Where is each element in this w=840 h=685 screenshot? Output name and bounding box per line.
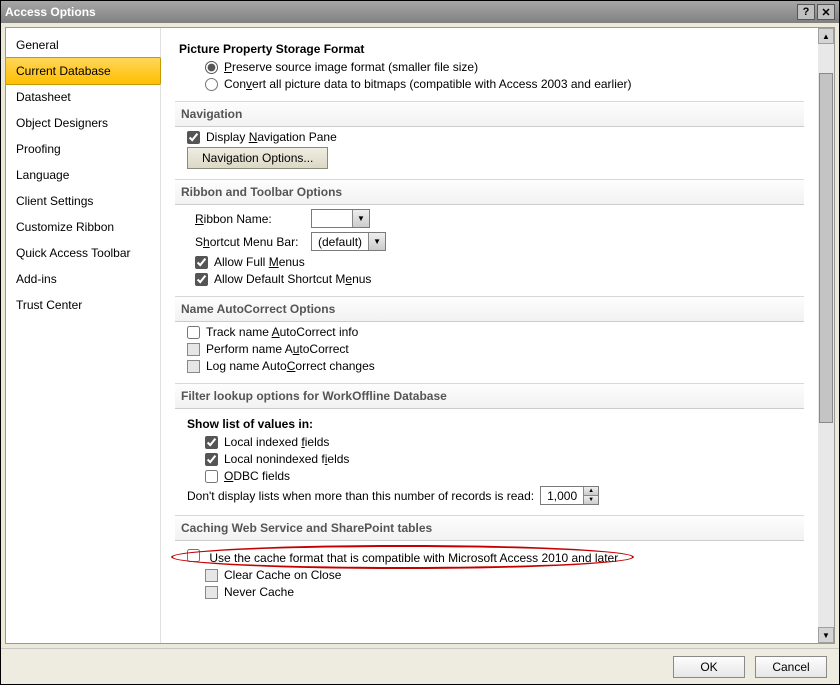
options-scroll[interactable]: Picture Property Storage Format Preserve…: [161, 28, 818, 643]
ok-button[interactable]: OK: [673, 656, 745, 678]
odbc-label: ODBC fields: [224, 469, 290, 483]
perform-autocorrect-row: Perform name AutoCorrect: [187, 342, 804, 356]
radio-convert-label: Convert all picture data to bitmaps (com…: [224, 77, 632, 91]
checkbox-never-cache[interactable]: [205, 586, 218, 599]
chevron-down-icon: ▼: [368, 233, 385, 250]
allow-default-shortcut-label: Allow Default Shortcut Menus: [214, 272, 371, 286]
window-title: Access Options: [5, 5, 795, 19]
allow-default-shortcut-row: Allow Default Shortcut Menus: [195, 272, 804, 286]
ribbon-section-title: Ribbon and Toolbar Options: [175, 179, 804, 205]
shortcut-menu-label: Shortcut Menu Bar:: [195, 235, 305, 249]
clear-cache-label: Clear Cache on Close: [224, 568, 341, 582]
sidebar-item-language[interactable]: Language: [6, 162, 160, 188]
content-area: Picture Property Storage Format Preserve…: [161, 28, 834, 643]
titlebar: Access Options ? ✕: [1, 1, 839, 23]
shortcut-menu-select[interactable]: (default) ▼: [311, 232, 386, 251]
vertical-scrollbar[interactable]: ▲ ▼: [818, 28, 834, 643]
filter-section-title: Filter lookup options for WorkOffline Da…: [175, 383, 804, 409]
highlight-annotation: Use the cache format that is compatible …: [187, 549, 618, 565]
perform-autocorrect-label: Perform name AutoCorrect: [206, 342, 349, 356]
checkbox-use-cache-format[interactable]: [187, 549, 200, 562]
sidebar-item-client-settings[interactable]: Client Settings: [6, 188, 160, 214]
checkbox-display-nav-pane[interactable]: [187, 131, 200, 144]
record-count-value: 1,000: [541, 487, 583, 504]
scroll-thumb[interactable]: [819, 73, 833, 423]
checkbox-local-indexed[interactable]: [205, 436, 218, 449]
checkbox-allow-full-menus[interactable]: [195, 256, 208, 269]
category-sidebar: General Current Database Datasheet Objec…: [6, 28, 161, 643]
shortcut-menu-row: Shortcut Menu Bar: (default) ▼: [195, 232, 804, 251]
track-autocorrect-row: Track name AutoCorrect info: [187, 325, 804, 339]
chevron-down-icon: ▼: [352, 210, 369, 227]
local-indexed-row: Local indexed fields: [205, 435, 804, 449]
radio-convert-row: Convert all picture data to bitmaps (com…: [205, 77, 804, 91]
dont-display-label: Don't display lists when more than this …: [187, 489, 534, 503]
never-cache-label: Never Cache: [224, 585, 294, 599]
record-count-spinner[interactable]: 1,000 ▲ ▼: [540, 486, 599, 505]
sidebar-item-current-database[interactable]: Current Database: [5, 57, 161, 85]
track-autocorrect-label: Track name AutoCorrect info: [206, 325, 358, 339]
local-nonindexed-label: Local nonindexed fields: [224, 452, 349, 466]
spinner-up-icon[interactable]: ▲: [584, 487, 598, 496]
sidebar-item-object-designers[interactable]: Object Designers: [6, 110, 160, 136]
sidebar-item-general[interactable]: General: [6, 32, 160, 58]
sidebar-item-trust-center[interactable]: Trust Center: [6, 292, 160, 318]
display-nav-label: Display Navigation Pane: [206, 130, 337, 144]
close-button[interactable]: ✕: [817, 4, 835, 20]
log-autocorrect-row: Log name AutoCorrect changes: [187, 359, 804, 373]
display-nav-row: Display Navigation Pane: [187, 130, 804, 144]
dont-display-row: Don't display lists when more than this …: [187, 486, 804, 505]
checkbox-track-autocorrect[interactable]: [187, 326, 200, 339]
help-button[interactable]: ?: [797, 4, 815, 20]
caching-section-title: Caching Web Service and SharePoint table…: [175, 515, 804, 541]
sidebar-item-datasheet[interactable]: Datasheet: [6, 84, 160, 110]
checkbox-log-autocorrect[interactable]: [187, 360, 200, 373]
radio-preserve-row: Preserve source image format (smaller fi…: [205, 60, 804, 74]
local-indexed-label: Local indexed fields: [224, 435, 329, 449]
scroll-track[interactable]: [818, 44, 834, 627]
show-list-heading: Show list of values in:: [187, 417, 804, 431]
sidebar-item-add-ins[interactable]: Add-ins: [6, 266, 160, 292]
checkbox-odbc-fields[interactable]: [205, 470, 218, 483]
radio-preserve-label: Preserve source image format (smaller fi…: [224, 60, 478, 74]
spinner-down-icon[interactable]: ▼: [584, 496, 598, 504]
use-cache-row: Use the cache format that is compatible …: [187, 549, 804, 565]
navigation-section-title: Navigation: [175, 101, 804, 127]
picture-heading: Picture Property Storage Format: [179, 42, 804, 56]
log-autocorrect-label: Log name AutoCorrect changes: [206, 359, 375, 373]
dialog-footer: OK Cancel: [1, 648, 839, 684]
sidebar-item-customize-ribbon[interactable]: Customize Ribbon: [6, 214, 160, 240]
radio-convert-bitmaps[interactable]: [205, 78, 218, 91]
dialog-body: General Current Database Datasheet Objec…: [5, 27, 835, 644]
sidebar-item-quick-access-toolbar[interactable]: Quick Access Toolbar: [6, 240, 160, 266]
use-cache-label: Use the cache format that is compatible …: [209, 551, 618, 565]
ribbon-name-select[interactable]: ▼: [311, 209, 370, 228]
navigation-options-button[interactable]: Navigation Options...: [187, 147, 328, 169]
checkbox-clear-cache[interactable]: [205, 569, 218, 582]
shortcut-menu-value: (default): [312, 235, 368, 249]
checkbox-perform-autocorrect[interactable]: [187, 343, 200, 356]
radio-preserve-image[interactable]: [205, 61, 218, 74]
checkbox-local-nonindexed[interactable]: [205, 453, 218, 466]
never-cache-row: Never Cache: [205, 585, 804, 599]
odbc-row: ODBC fields: [205, 469, 804, 483]
autocorrect-section-title: Name AutoCorrect Options: [175, 296, 804, 322]
ribbon-name-label: Ribbon Name:: [195, 212, 305, 226]
local-nonindexed-row: Local nonindexed fields: [205, 452, 804, 466]
clear-cache-row: Clear Cache on Close: [205, 568, 804, 582]
scroll-up-icon[interactable]: ▲: [818, 28, 834, 44]
checkbox-allow-default-shortcut[interactable]: [195, 273, 208, 286]
allow-full-menus-label: Allow Full Menus: [214, 255, 305, 269]
allow-full-menus-row: Allow Full Menus: [195, 255, 804, 269]
sidebar-item-proofing[interactable]: Proofing: [6, 136, 160, 162]
scroll-down-icon[interactable]: ▼: [818, 627, 834, 643]
ribbon-name-row: Ribbon Name: ▼: [195, 209, 804, 228]
access-options-dialog: Access Options ? ✕ General Current Datab…: [0, 0, 840, 685]
cancel-button[interactable]: Cancel: [755, 656, 827, 678]
